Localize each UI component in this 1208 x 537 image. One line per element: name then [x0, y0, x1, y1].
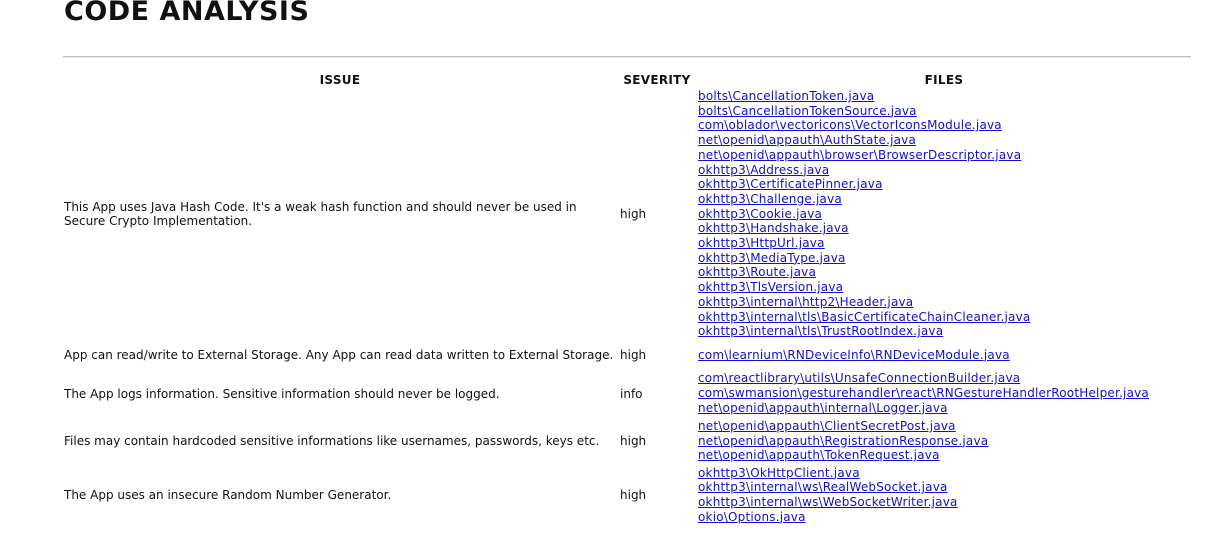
- issue-column-header: ISSUE: [319, 73, 361, 87]
- severity-value: info: [620, 386, 643, 401]
- table-row: The App logs information. Sensitive info…: [62, 370, 1192, 417]
- code-analysis-table: ISSUE SEVERITY FILES This App uses Java …: [62, 72, 1192, 525]
- file-link[interactable]: bolts\CancellationToken.java: [698, 89, 1190, 104]
- file-link[interactable]: okhttp3\internal\ws\WebSocketWriter.java: [698, 495, 1190, 510]
- file-link[interactable]: net\openid\appauth\TokenRequest.java: [698, 448, 1190, 463]
- table-row: This App uses Java Hash Code. It's a wea…: [62, 88, 1192, 340]
- table-row: Files may contain hardcoded sensitive in…: [62, 417, 1192, 465]
- file-link[interactable]: net\openid\appauth\ClientSecretPost.java: [698, 419, 1190, 434]
- table-row: The App uses an insecure Random Number G…: [62, 465, 1192, 525]
- file-link[interactable]: net\openid\appauth\AuthState.java: [698, 133, 1190, 148]
- files-cell: com\learnium\RNDeviceInfo\RNDeviceModule…: [696, 340, 1192, 370]
- file-link[interactable]: net\openid\appauth\browser\BrowserDescri…: [698, 148, 1190, 163]
- issue-description: The App uses an insecure Random Number G…: [64, 488, 392, 502]
- file-link[interactable]: okhttp3\Route.java: [698, 265, 1190, 280]
- file-link[interactable]: okhttp3\internal\tls\BasicCertificateCha…: [698, 310, 1190, 325]
- issue-description: App can read/write to External Storage. …: [64, 348, 614, 362]
- files-cell: com\reactlibrary\utils\UnsafeConnectionB…: [696, 370, 1192, 417]
- file-link[interactable]: com\reactlibrary\utils\UnsafeConnectionB…: [698, 371, 1190, 386]
- file-link[interactable]: okhttp3\CertificatePinner.java: [698, 177, 1190, 192]
- file-link[interactable]: com\oblador\vectoricons\VectorIconsModul…: [698, 118, 1190, 133]
- file-link[interactable]: okhttp3\MediaType.java: [698, 251, 1190, 266]
- file-link[interactable]: net\openid\appauth\internal\Logger.java: [698, 401, 1190, 416]
- severity-value: high: [620, 348, 647, 362]
- page-title: CODE ANALYSIS: [64, 0, 310, 27]
- file-link[interactable]: okhttp3\internal\tls\TrustRootIndex.java: [698, 324, 1190, 339]
- file-link[interactable]: okhttp3\Address.java: [698, 163, 1190, 178]
- severity-column-header: SEVERITY: [623, 73, 691, 87]
- files-column-header: FILES: [924, 73, 964, 87]
- issue-description: The App logs information. Sensitive info…: [64, 386, 500, 401]
- file-link[interactable]: okhttp3\OkHttpClient.java: [698, 466, 1190, 481]
- files-cell: bolts\CancellationToken.java bolts\Cancel…: [696, 88, 1192, 340]
- title-divider: [63, 56, 1191, 58]
- file-link[interactable]: okhttp3\internal\ws\RealWebSocket.java: [698, 480, 1190, 495]
- severity-value: high: [620, 207, 647, 221]
- file-link[interactable]: okhttp3\Challenge.java: [698, 192, 1190, 207]
- table-header-row: ISSUE SEVERITY FILES: [62, 72, 1192, 88]
- file-link[interactable]: net\openid\appauth\RegistrationResponse.…: [698, 434, 1190, 449]
- issue-description: Files may contain hardcoded sensitive in…: [64, 434, 600, 448]
- file-link[interactable]: okhttp3\HttpUrl.java: [698, 236, 1190, 251]
- table-row: App can read/write to External Storage. …: [62, 340, 1192, 370]
- severity-value: high: [620, 434, 647, 448]
- file-link[interactable]: okhttp3\Cookie.java: [698, 207, 1190, 222]
- issue-description: This App uses Java Hash Code. It's a wea…: [64, 200, 577, 228]
- files-cell: net\openid\appauth\ClientSecretPost.java…: [696, 417, 1192, 465]
- file-link[interactable]: okhttp3\internal\http2\Header.java: [698, 295, 1190, 310]
- file-link[interactable]: okhttp3\Handshake.java: [698, 221, 1190, 236]
- file-link[interactable]: okio\Options.java: [698, 510, 1190, 525]
- severity-value: high: [620, 488, 647, 502]
- file-link[interactable]: com\swmansion\gesturehandler\react\RNGes…: [698, 386, 1190, 401]
- file-link[interactable]: bolts\CancellationTokenSource.java: [698, 104, 1190, 119]
- files-cell: okhttp3\OkHttpClient.java okhttp3\interna…: [696, 465, 1192, 525]
- file-link[interactable]: okhttp3\TlsVersion.java: [698, 280, 1190, 295]
- file-link[interactable]: com\learnium\RNDeviceInfo\RNDeviceModule…: [698, 348, 1190, 363]
